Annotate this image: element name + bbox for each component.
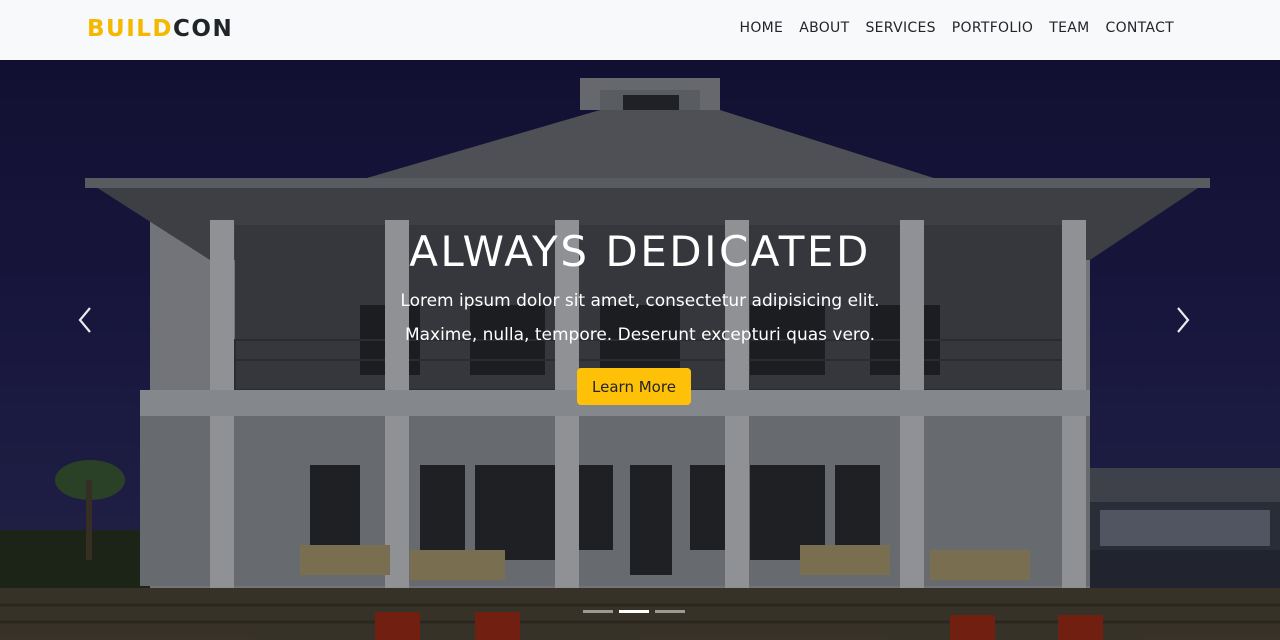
- nav-about[interactable]: ABOUT: [799, 18, 849, 38]
- main-nav: HOME ABOUT SERVICES PORTFOLIO TEAM CONTA…: [740, 18, 1174, 38]
- nav-team[interactable]: TEAM: [1049, 18, 1089, 38]
- nav-portfolio[interactable]: PORTFOLIO: [952, 18, 1033, 38]
- carousel-indicator-2[interactable]: [619, 610, 649, 613]
- learn-more-button[interactable]: Learn More: [577, 368, 691, 405]
- brand-part-con: CON: [173, 16, 234, 42]
- hero-subtext-line-1: Lorem ipsum dolor sit amet, consectetur …: [400, 291, 880, 311]
- carousel-indicators: [583, 610, 685, 613]
- chevron-left-icon: [78, 307, 91, 333]
- nav-home[interactable]: HOME: [740, 18, 784, 38]
- house-background-image: [0, 60, 1280, 640]
- hero-heading: ALWAYS DEDICATED: [409, 227, 871, 276]
- nav-contact[interactable]: CONTACT: [1106, 18, 1175, 38]
- brand-logo[interactable]: BUILDCON: [87, 15, 233, 43]
- hero-subtext-line-2: Maxime, nulla, tempore. Deserunt exceptu…: [404, 325, 876, 345]
- nav-services[interactable]: SERVICES: [865, 18, 935, 38]
- carousel-prev-button[interactable]: [70, 300, 100, 340]
- carousel-indicator-3[interactable]: [655, 610, 685, 613]
- carousel-indicator-1[interactable]: [583, 610, 613, 613]
- hero-carousel: ALWAYS DEDICATED Lorem ipsum dolor sit a…: [0, 60, 1280, 640]
- carousel-next-button[interactable]: [1168, 300, 1198, 340]
- brand-part-build: BUILD: [87, 16, 174, 42]
- chevron-right-icon: [1177, 307, 1190, 333]
- navbar: BUILDCON HOME ABOUT SERVICES PORTFOLIO T…: [0, 0, 1280, 60]
